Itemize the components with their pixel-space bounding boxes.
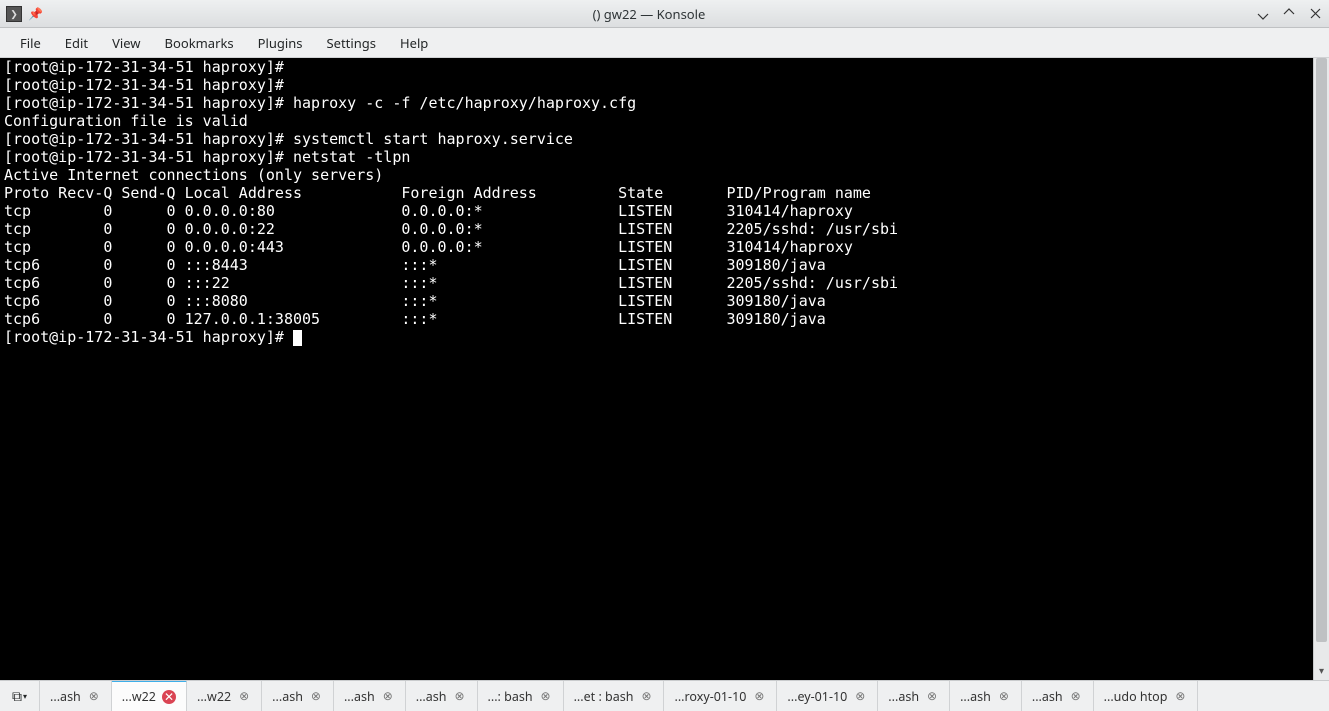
close-icon[interactable]: ⊗ xyxy=(453,689,467,703)
tab-3[interactable]: ...w22 ⊗ xyxy=(187,681,262,711)
close-icon[interactable]: ⊗ xyxy=(639,689,653,703)
close-icon[interactable]: ⊗ xyxy=(853,689,867,703)
terminal-area: [root@ip-172-31-34-51 haproxy]# [root@ip… xyxy=(0,58,1329,680)
close-icon[interactable]: ✕ xyxy=(162,690,176,704)
tab-7[interactable]: ...: bash ⊗ xyxy=(478,681,564,711)
terminal-line: [root@ip-172-31-34-51 haproxy]# xyxy=(4,76,284,94)
scrollbar-down-icon[interactable]: ▾ xyxy=(1314,660,1329,680)
cursor xyxy=(293,330,302,346)
menu-edit[interactable]: Edit xyxy=(53,30,100,56)
close-icon[interactable]: ⊗ xyxy=(309,689,323,703)
menu-file[interactable]: File xyxy=(8,30,53,56)
terminal[interactable]: [root@ip-172-31-34-51 haproxy]# [root@ip… xyxy=(0,58,1313,680)
close-icon[interactable]: ⊗ xyxy=(539,689,553,703)
menubar: File Edit View Bookmarks Plugins Setting… xyxy=(0,28,1329,58)
maximize-button[interactable] xyxy=(1281,6,1297,22)
menu-view[interactable]: View xyxy=(100,30,152,56)
tab-label: ...ash xyxy=(50,688,81,705)
tab-label: ...ash xyxy=(1032,688,1063,705)
close-icon[interactable]: ⊗ xyxy=(925,689,939,703)
terminal-line: [root@ip-172-31-34-51 haproxy]# xyxy=(4,58,284,76)
menu-bookmarks[interactable]: Bookmarks xyxy=(153,30,246,56)
tab-14[interactable]: ...udo htop ⊗ xyxy=(1094,681,1199,711)
tab-label: ...w22 xyxy=(197,688,231,705)
chevron-down-icon: ▾ xyxy=(23,691,27,702)
terminal-line: Active Internet connections (only server… xyxy=(4,166,383,184)
tab-1[interactable]: ...ash ⊗ xyxy=(40,681,112,711)
tab-10[interactable]: ...ey-01-10 ⊗ xyxy=(777,681,878,711)
terminal-line: Proto Recv-Q Send-Q Local Address Foreig… xyxy=(4,184,871,202)
tab-12[interactable]: ...ash ⊗ xyxy=(950,681,1022,711)
tab-13[interactable]: ...ash ⊗ xyxy=(1022,681,1094,711)
terminal-line: tcp 0 0 0.0.0.0:443 0.0.0.0:* LISTEN 310… xyxy=(4,238,853,256)
tab-9[interactable]: ...roxy-01-10 ⊗ xyxy=(664,681,777,711)
terminal-line: [root@ip-172-31-34-51 haproxy]# haproxy … xyxy=(4,94,636,112)
tab-label: ...ash xyxy=(344,688,375,705)
menu-settings[interactable]: Settings xyxy=(315,30,388,56)
tab-label: ...: bash xyxy=(488,688,533,705)
terminal-line: tcp6 0 0 :::8080 :::* LISTEN 309180/java xyxy=(4,292,826,310)
terminal-line: Configuration file is valid xyxy=(4,112,248,130)
minimize-button[interactable] xyxy=(1255,6,1271,22)
close-icon[interactable]: ⊗ xyxy=(1069,689,1083,703)
terminal-line: tcp6 0 0 :::8443 :::* LISTEN 309180/java xyxy=(4,256,826,274)
tab-6[interactable]: ...ash ⊗ xyxy=(406,681,478,711)
terminal-line: [root@ip-172-31-34-51 haproxy]# systemct… xyxy=(4,130,573,148)
tab-8[interactable]: ...et : bash ⊗ xyxy=(564,681,665,711)
close-icon[interactable]: ⊗ xyxy=(87,689,101,703)
terminal-line: tcp 0 0 0.0.0.0:22 0.0.0.0:* LISTEN 2205… xyxy=(4,220,898,238)
tab-4[interactable]: ...ash ⊗ xyxy=(262,681,334,711)
tab-label: ...ey-01-10 xyxy=(787,688,847,705)
window-title: () gw22 — Konsole xyxy=(43,5,1255,23)
scrollbar[interactable]: ▾ xyxy=(1313,58,1329,680)
tab-label: ...et : bash xyxy=(574,688,634,705)
tab-2[interactable]: ...w22 ✕ xyxy=(112,681,187,711)
close-icon[interactable]: ⊗ xyxy=(1173,689,1187,703)
close-icon[interactable]: ⊗ xyxy=(997,689,1011,703)
tab-label: ...ash xyxy=(416,688,447,705)
new-tab-button[interactable]: ⧉ ▾ xyxy=(0,681,40,711)
terminal-line: tcp6 0 0 :::22 :::* LISTEN 2205/sshd: /u… xyxy=(4,274,898,292)
terminal-line: tcp 0 0 0.0.0.0:80 0.0.0.0:* LISTEN 3104… xyxy=(4,202,853,220)
tab-5[interactable]: ...ash ⊗ xyxy=(334,681,406,711)
scrollbar-thumb[interactable] xyxy=(1316,58,1327,642)
terminal-line: tcp6 0 0 127.0.0.1:38005 :::* LISTEN 309… xyxy=(4,310,826,328)
tab-label: ...udo htop xyxy=(1104,688,1168,705)
pin-icon[interactable]: 📌 xyxy=(28,5,43,22)
titlebar: 📌 () gw22 — Konsole xyxy=(0,0,1329,28)
tabbar: ⧉ ▾ ...ash ⊗ ...w22 ✕ ...w22 ⊗ ...ash ⊗ ...a… xyxy=(0,680,1329,711)
tab-11[interactable]: ...ash ⊗ xyxy=(878,681,950,711)
menu-plugins[interactable]: Plugins xyxy=(246,30,315,56)
terminal-prompt: [root@ip-172-31-34-51 haproxy]# xyxy=(4,328,293,346)
tab-label: ...ash xyxy=(888,688,919,705)
close-button[interactable] xyxy=(1307,6,1323,22)
close-icon[interactable]: ⊗ xyxy=(381,689,395,703)
app-icon xyxy=(6,6,22,22)
close-icon[interactable]: ⊗ xyxy=(752,689,766,703)
terminal-line: [root@ip-172-31-34-51 haproxy]# netstat … xyxy=(4,148,410,166)
tab-label: ...ash xyxy=(272,688,303,705)
tab-label: ...roxy-01-10 xyxy=(674,688,746,705)
tab-label: ...w22 xyxy=(122,688,156,705)
menu-help[interactable]: Help xyxy=(388,30,440,56)
new-tab-icon: ⧉ xyxy=(12,687,22,706)
close-icon[interactable]: ⊗ xyxy=(237,689,251,703)
tab-label: ...ash xyxy=(960,688,991,705)
